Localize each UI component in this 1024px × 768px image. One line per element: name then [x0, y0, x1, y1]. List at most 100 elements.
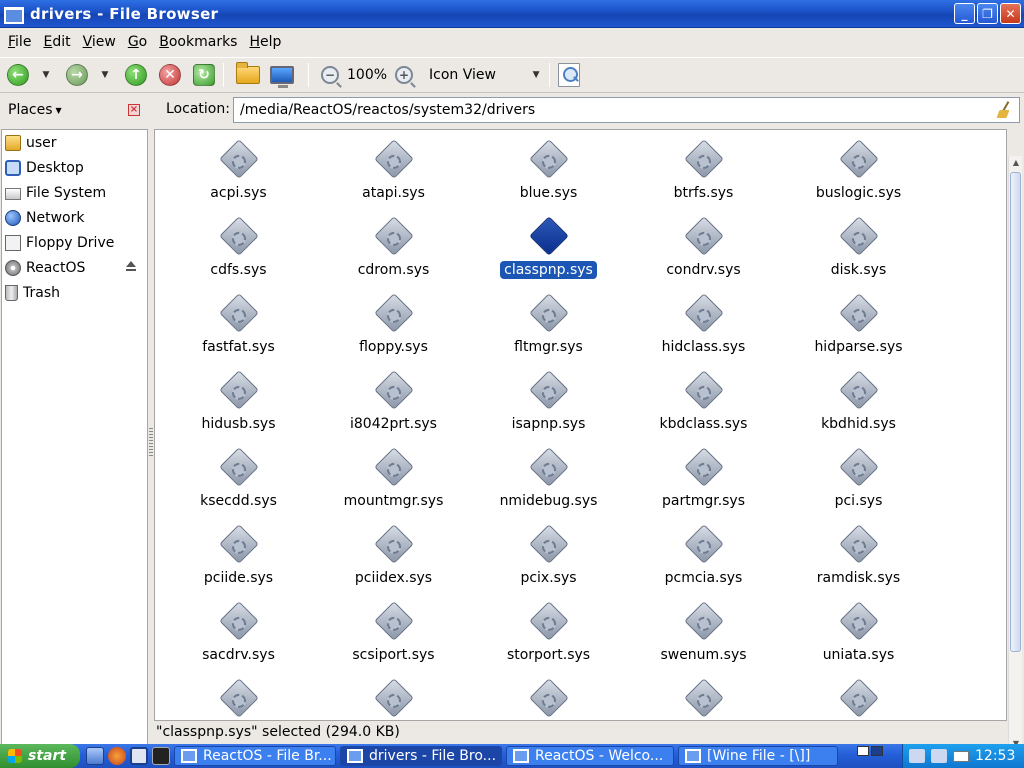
- file-item[interactable]: pcmcia.sys: [626, 523, 781, 600]
- zoom-out-button[interactable]: −: [321, 60, 339, 90]
- up-button[interactable]: ↑: [125, 60, 147, 90]
- menu-file[interactable]: File: [2, 28, 37, 56]
- forward-button[interactable]: →: [66, 60, 88, 90]
- stop-button[interactable]: ✕: [159, 60, 181, 90]
- file-item[interactable]: [781, 677, 936, 720]
- file-item[interactable]: hidclass.sys: [626, 292, 781, 369]
- menu-edit[interactable]: Edit: [37, 28, 76, 56]
- close-sidebar-button[interactable]: ×: [128, 104, 140, 116]
- view-mode-select[interactable]: Icon View ▼: [419, 62, 549, 88]
- network-status-icon[interactable]: [909, 749, 925, 763]
- window-icon: [513, 749, 529, 763]
- taskbar-button[interactable]: ReactOS - File Br...: [174, 746, 336, 766]
- file-item[interactable]: [316, 677, 471, 720]
- maximize-button[interactable]: ❐: [977, 3, 998, 24]
- terminal-icon[interactable]: [152, 747, 170, 765]
- volume-icon[interactable]: [931, 749, 947, 763]
- reload-button[interactable]: ↻: [193, 60, 215, 90]
- file-item[interactable]: kbdclass.sys: [626, 369, 781, 446]
- file-label: ramdisk.sys: [816, 570, 901, 586]
- workspace-1[interactable]: [857, 746, 869, 756]
- file-item[interactable]: [626, 677, 781, 720]
- clock[interactable]: 12:53: [975, 748, 1015, 764]
- clear-location-icon[interactable]: [997, 101, 1013, 119]
- minimize-button[interactable]: _: [954, 3, 975, 24]
- file-item[interactable]: hidusb.sys: [161, 369, 316, 446]
- network-icon: [5, 209, 21, 226]
- workspace-2[interactable]: [871, 746, 883, 756]
- file-item[interactable]: nmidebug.sys: [471, 446, 626, 523]
- file-item[interactable]: uniata.sys: [781, 600, 936, 677]
- file-item[interactable]: condrv.sys: [626, 215, 781, 292]
- file-item[interactable]: kbdhid.sys: [781, 369, 936, 446]
- file-item[interactable]: disk.sys: [781, 215, 936, 292]
- file-item[interactable]: [161, 677, 316, 720]
- start-button[interactable]: start: [0, 744, 80, 768]
- file-item[interactable]: ramdisk.sys: [781, 523, 936, 600]
- file-item[interactable]: isapnp.sys: [471, 369, 626, 446]
- file-item[interactable]: sacdrv.sys: [161, 600, 316, 677]
- mail-icon[interactable]: [953, 750, 969, 762]
- file-item[interactable]: fastfat.sys: [161, 292, 316, 369]
- vertical-scrollbar[interactable]: ▲ ▼: [1008, 156, 1022, 751]
- file-item[interactable]: scsiport.sys: [316, 600, 471, 677]
- file-item[interactable]: floppy.sys: [316, 292, 471, 369]
- file-item[interactable]: blue.sys: [471, 138, 626, 215]
- file-item[interactable]: pciidex.sys: [316, 523, 471, 600]
- sidebar-item-network[interactable]: Network: [2, 205, 147, 230]
- file-item[interactable]: atapi.sys: [316, 138, 471, 215]
- computer-button[interactable]: [270, 60, 294, 90]
- zoom-level[interactable]: 100%: [347, 67, 387, 83]
- workspace-pager[interactable]: [857, 746, 883, 756]
- location-input[interactable]: /media/ReactOS/reactos/system32/drivers: [233, 97, 1020, 123]
- sidebar-item-file-system[interactable]: File System: [2, 180, 147, 205]
- home-button[interactable]: [236, 60, 260, 90]
- file-item[interactable]: mountmgr.sys: [316, 446, 471, 523]
- sidebar-item-floppy-drive[interactable]: Floppy Drive: [2, 230, 147, 255]
- file-item[interactable]: [471, 677, 626, 720]
- file-item[interactable]: partmgr.sys: [626, 446, 781, 523]
- pane-splitter-handle[interactable]: [149, 428, 153, 458]
- drive-icon: [5, 259, 21, 276]
- file-item[interactable]: pciide.sys: [161, 523, 316, 600]
- search-button[interactable]: [558, 60, 581, 90]
- eject-icon[interactable]: [125, 261, 137, 273]
- forward-history-dropdown[interactable]: ▼: [96, 60, 114, 90]
- file-item[interactable]: btrfs.sys: [626, 138, 781, 215]
- sidebar-item-user[interactable]: user: [2, 130, 147, 155]
- file-item[interactable]: cdrom.sys: [316, 215, 471, 292]
- taskbar-button[interactable]: ReactOS - Welco...: [506, 746, 674, 766]
- file-item[interactable]: swenum.sys: [626, 600, 781, 677]
- system-file-icon: [838, 215, 880, 257]
- file-item[interactable]: ksecdd.sys: [161, 446, 316, 523]
- window-app-icon[interactable]: [4, 6, 24, 24]
- file-item[interactable]: hidparse.sys: [781, 292, 936, 369]
- file-item[interactable]: storport.sys: [471, 600, 626, 677]
- menu-help[interactable]: Help: [243, 28, 287, 56]
- sidebar-item-desktop[interactable]: Desktop: [2, 155, 147, 180]
- menu-view[interactable]: View: [77, 28, 122, 56]
- file-item[interactable]: buslogic.sys: [781, 138, 936, 215]
- file-item[interactable]: fltmgr.sys: [471, 292, 626, 369]
- explorer-icon[interactable]: [130, 747, 148, 765]
- file-item[interactable]: pcix.sys: [471, 523, 626, 600]
- sidebar-item-trash[interactable]: Trash: [2, 280, 147, 305]
- zoom-in-button[interactable]: +: [395, 60, 414, 90]
- menu-go[interactable]: Go: [122, 28, 153, 56]
- scroll-up-arrow-icon[interactable]: ▲: [1009, 156, 1023, 170]
- menu-bookmarks[interactable]: Bookmarks: [153, 28, 243, 56]
- file-item[interactable]: pci.sys: [781, 446, 936, 523]
- browser-icon[interactable]: [108, 747, 126, 765]
- taskbar-button-active[interactable]: drivers - File Bro...: [340, 746, 502, 766]
- file-item[interactable]: cdfs.sys: [161, 215, 316, 292]
- back-history-dropdown[interactable]: ▼: [37, 60, 55, 90]
- file-item-selected[interactable]: classpnp.sys: [471, 215, 626, 292]
- sidebar-item-reactos[interactable]: ReactOS: [2, 255, 147, 280]
- file-item[interactable]: acpi.sys: [161, 138, 316, 215]
- scrollbar-thumb[interactable]: [1010, 172, 1021, 652]
- close-button[interactable]: ✕: [1000, 3, 1021, 24]
- file-item[interactable]: i8042prt.sys: [316, 369, 471, 446]
- taskbar-button[interactable]: [Wine File - [\]]: [678, 746, 838, 766]
- show-desktop-icon[interactable]: [86, 747, 104, 765]
- back-button[interactable]: ←: [7, 60, 29, 90]
